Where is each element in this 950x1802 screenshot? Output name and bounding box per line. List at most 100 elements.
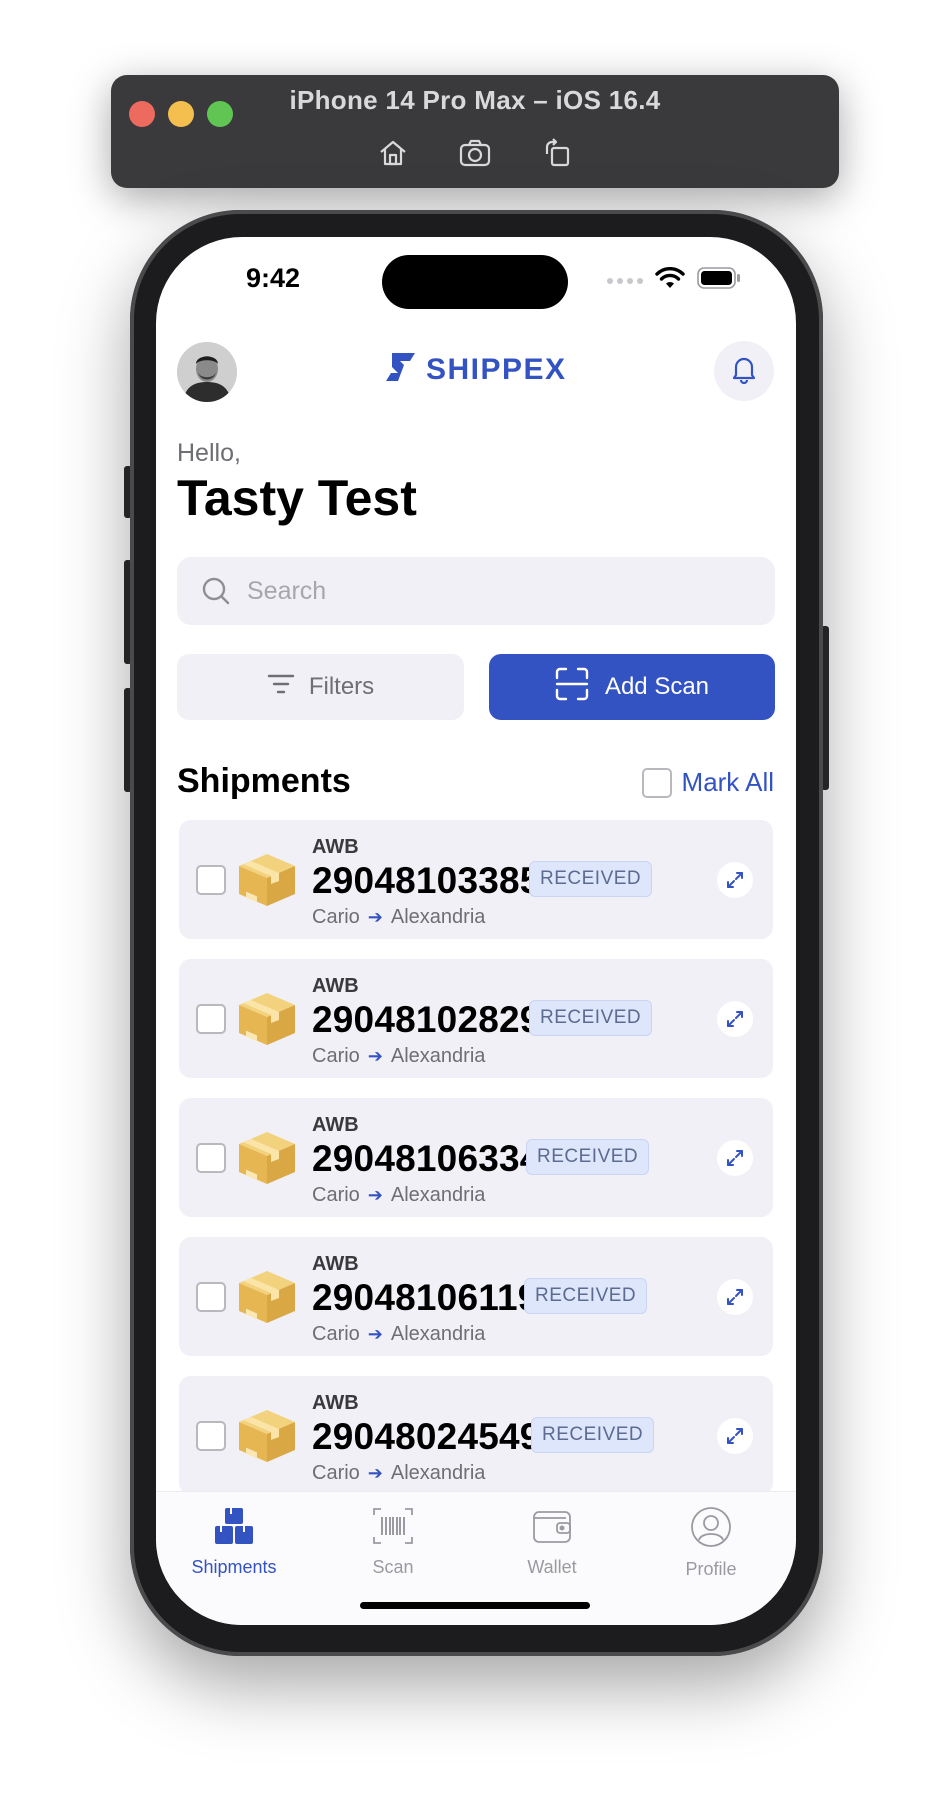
shipments-heading: Shipments — [177, 762, 351, 800]
tab-label: Profile — [685, 1559, 737, 1579]
awb-number: 290480245494 — [312, 1416, 562, 1457]
status-badge: RECEIVED — [531, 1417, 655, 1453]
rotate-icon[interactable] — [539, 135, 575, 171]
filters-button[interactable]: Filters — [177, 654, 464, 720]
shipment-card[interactable]: AWB 290481061194 Cario ➔ Alexandria RECE… — [179, 1237, 773, 1356]
awb-label: AWB — [312, 975, 359, 997]
wallet-icon — [531, 1506, 573, 1551]
expand-button[interactable] — [717, 862, 753, 898]
search-bar[interactable] — [177, 557, 775, 625]
route: Cario ➔ Alexandria — [312, 1045, 485, 1068]
route: Cario ➔ Alexandria — [312, 1184, 485, 1207]
search-input[interactable] — [245, 575, 749, 607]
simulator-toolbar: iPhone 14 Pro Max – iOS 16.4 — [111, 75, 839, 188]
avatar[interactable] — [177, 342, 237, 402]
simulator-title: iPhone 14 Pro Max – iOS 16.4 — [289, 85, 661, 115]
awb-label: AWB — [312, 1392, 359, 1414]
battery-icon — [697, 267, 741, 294]
package-icon — [235, 1265, 299, 1332]
scan-frame-icon — [555, 667, 589, 708]
tab-shipments[interactable]: Shipments — [169, 1506, 299, 1578]
tab-label: Scan — [372, 1557, 414, 1577]
shipment-checkbox[interactable] — [196, 1282, 226, 1312]
arrow-right-icon: ➔ — [367, 1185, 383, 1205]
expand-button[interactable] — [717, 1001, 753, 1037]
shipment-checkbox[interactable] — [196, 1004, 226, 1034]
screenshot-icon[interactable] — [457, 135, 493, 171]
mark-all-label: Mark All — [681, 767, 774, 797]
arrow-right-icon: ➔ — [367, 1324, 383, 1344]
bell-icon — [729, 354, 759, 389]
shipment-checkbox[interactable] — [196, 1421, 226, 1451]
app-screen: 9:42 SHIPPEX Hello, Tasty Test Search Fi… — [156, 237, 796, 1625]
add-scan-button[interactable]: Add Scan — [489, 654, 775, 720]
status-time: 9:42 — [246, 263, 301, 293]
home-icon[interactable] — [375, 135, 411, 171]
route-origin: Cario — [312, 906, 360, 928]
route: Cario ➔ Alexandria — [312, 906, 485, 929]
awb-number: 290481033852 — [312, 860, 562, 901]
arrow-right-icon: ➔ — [367, 907, 383, 927]
shipment-checkbox[interactable] — [196, 865, 226, 895]
greeting-label: Hello, — [177, 439, 241, 467]
shippex-logo-icon — [386, 351, 416, 388]
route-origin: Cario — [312, 1184, 360, 1206]
profile-icon — [690, 1506, 732, 1553]
route-origin: Cario — [312, 1045, 360, 1067]
cellular-signal-icon — [607, 277, 643, 284]
route-origin: Cario — [312, 1462, 360, 1484]
route-destination: Alexandria — [390, 1184, 486, 1206]
awb-label: AWB — [312, 836, 359, 858]
filters-label: Filters — [308, 673, 375, 700]
tab-label: Wallet — [527, 1557, 577, 1577]
route-origin: Cario — [312, 1323, 360, 1345]
brand-logo: SHIPPEX — [386, 351, 567, 388]
shipment-card[interactable]: AWB 290481033852 Cario ➔ Alexandria RECE… — [179, 820, 773, 939]
route: Cario ➔ Alexandria — [312, 1323, 485, 1346]
route: Cario ➔ Alexandria — [312, 1462, 485, 1485]
arrow-right-icon: ➔ — [367, 1046, 383, 1066]
expand-button[interactable] — [717, 1418, 753, 1454]
status-badge: RECEIVED — [526, 1139, 650, 1175]
wifi-icon — [655, 267, 685, 294]
expand-icon — [727, 1150, 743, 1166]
shipment-card[interactable]: AWB 290480245494 Cario ➔ Alexandria RECE… — [179, 1376, 773, 1495]
mark-all-toggle[interactable]: Mark All — [641, 767, 774, 798]
awb-number: 290481028290 — [312, 999, 562, 1040]
status-badge: RECEIVED — [529, 861, 653, 897]
status-badge: RECEIVED — [529, 1000, 653, 1036]
arrow-right-icon: ➔ — [367, 1463, 383, 1483]
dynamic-island — [382, 255, 568, 309]
status-indicators — [607, 267, 741, 294]
home-indicator — [360, 1602, 590, 1609]
expand-icon — [727, 1289, 743, 1305]
expand-button[interactable] — [717, 1140, 753, 1176]
awb-label: AWB — [312, 1253, 359, 1275]
route-destination: Alexandria — [390, 1045, 486, 1067]
notifications-button[interactable] — [714, 341, 774, 401]
shipment-checkbox[interactable] — [196, 1143, 226, 1173]
tab-profile[interactable]: Profile — [646, 1506, 776, 1580]
package-icon — [235, 1404, 299, 1471]
search-icon — [201, 576, 231, 606]
tab-scan[interactable]: Scan — [328, 1506, 458, 1578]
package-icon — [235, 1126, 299, 1193]
expand-button[interactable] — [717, 1279, 753, 1315]
tab-label: Shipments — [191, 1557, 277, 1577]
shipment-card[interactable]: AWB 290481028290 Cario ➔ Alexandria RECE… — [179, 959, 773, 1078]
awb-number: 290481063341 — [312, 1138, 562, 1179]
user-name: Tasty Test — [177, 470, 417, 526]
filter-icon — [267, 673, 295, 702]
awb-number: 290481061194 — [312, 1277, 560, 1318]
tab-wallet[interactable]: Wallet — [487, 1506, 617, 1578]
awb-label: AWB — [312, 1114, 359, 1136]
add-scan-label: Add Scan — [604, 673, 710, 700]
mark-all-checkbox[interactable] — [641, 767, 672, 798]
expand-icon — [727, 1011, 743, 1027]
expand-icon — [727, 1428, 743, 1444]
brand-name: SHIPPEX — [426, 352, 567, 386]
status-badge: RECEIVED — [524, 1278, 648, 1314]
shipment-card[interactable]: AWB 290481063341 Cario ➔ Alexandria RECE… — [179, 1098, 773, 1217]
boxes-icon — [213, 1506, 255, 1551]
package-icon — [235, 848, 299, 915]
